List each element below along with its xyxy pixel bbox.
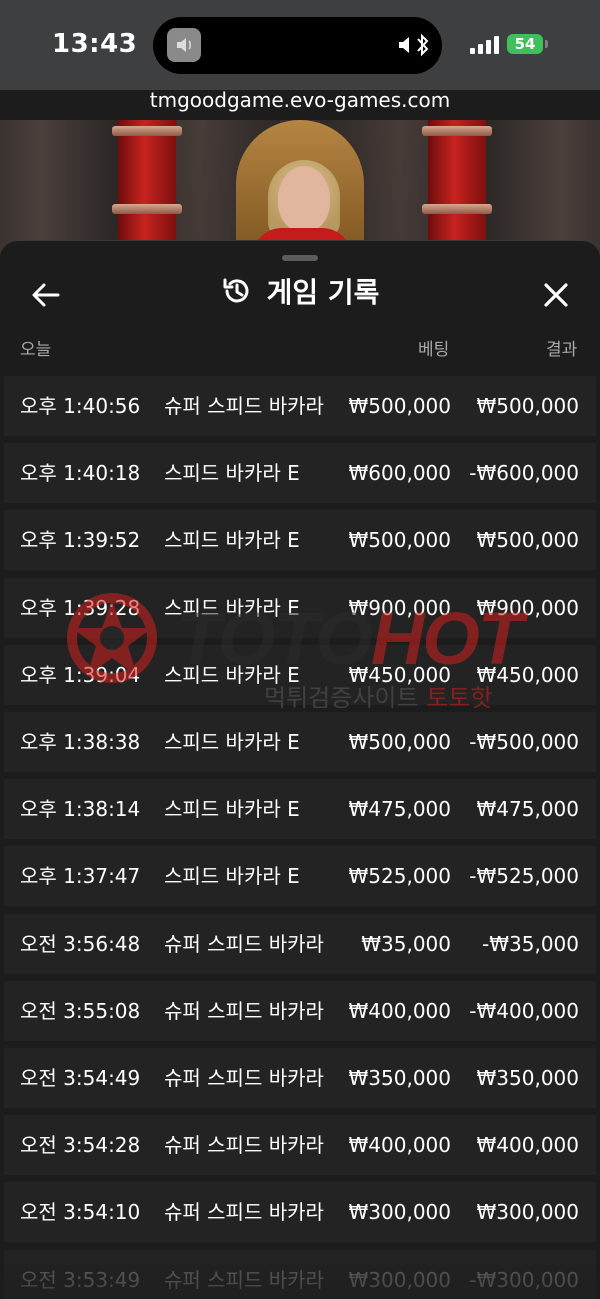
- history-row-bet: ₩600,000: [348, 461, 451, 486]
- sheet-drag-handle[interactable]: [282, 255, 318, 261]
- history-row-game: 스피드 바카라 E: [164, 864, 300, 889]
- scene-arch-right: [480, 120, 600, 260]
- history-row-bet: ₩900,000: [348, 595, 451, 620]
- history-row-bet: ₩500,000: [348, 730, 451, 754]
- history-row[interactable]: 오전 3:55:08 슈퍼 스피드 바카라 ₩400,000 -₩400,000: [4, 980, 596, 1041]
- history-row[interactable]: 오후 1:37:47 스피드 바카라 E ₩525,000 -₩525,000: [4, 846, 596, 907]
- history-row-bet: ₩400,000: [348, 998, 451, 1023]
- history-row-time: 오전 3:54:49: [20, 1066, 141, 1090]
- status-time: 13:43: [52, 29, 138, 59]
- battery-tip: [545, 40, 548, 48]
- history-row-time: 오후 1:38:38: [20, 730, 141, 754]
- history-row-time: 오후 1:39:52: [20, 528, 141, 553]
- history-row[interactable]: 오후 1:39:04 스피드 바카라 E ₩450,000 ₩450,000: [4, 644, 596, 705]
- history-row-time: 오전 3:56:48: [20, 931, 141, 956]
- history-row[interactable]: 오전 3:54:28 슈퍼 스피드 바카라 ₩400,000 ₩400,000: [4, 1115, 596, 1176]
- history-row-result: ₩300,000: [476, 1200, 579, 1225]
- game-history-sheet: 게임 기록 오늘 베팅 결과 오후 1:40:56 슈퍼 스피드 바카라 ₩500,…: [0, 240, 600, 1299]
- history-row-result: -₩525,000: [469, 864, 579, 889]
- history-row-bet: ₩35,000: [361, 931, 451, 956]
- history-row-time: 오후 1:39:28: [20, 595, 141, 620]
- speaker-app-icon: [167, 28, 201, 62]
- history-row-result: -₩35,000: [482, 931, 579, 956]
- bluetooth-icon: [417, 33, 429, 57]
- url-bar[interactable]: tmgoodgame.evo-games.com: [0, 88, 600, 112]
- history-row-time: 오전 3:55:08: [20, 998, 141, 1023]
- scene-arch-left: [0, 120, 120, 260]
- close-icon: [544, 283, 568, 307]
- history-row-game: 슈퍼 스피드 바카라: [164, 394, 324, 418]
- history-row-game: 슈퍼 스피드 바카라: [164, 1133, 324, 1158]
- battery-indicator: 54: [507, 34, 543, 54]
- history-row-result: -₩500,000: [469, 730, 579, 754]
- history-row-result: -₩600,000: [469, 461, 579, 486]
- history-row-game: 스피드 바카라 E: [164, 595, 300, 620]
- sheet-header: 게임 기록: [0, 269, 600, 313]
- history-row-game: 슈퍼 스피드 바카라: [164, 1200, 324, 1225]
- column-header-bet: 베팅: [418, 340, 450, 360]
- game-background: [0, 120, 600, 260]
- history-row-result: ₩500,000: [476, 394, 579, 418]
- history-row-time: 오후 1:38:14: [20, 797, 141, 822]
- history-row-bet: ₩500,000: [348, 394, 451, 418]
- page: 13:43 54 tmgoodgame.evo-games.com 게임 기록 …: [0, 0, 600, 1299]
- history-row-game: 스피드 바카라 E: [164, 797, 300, 822]
- history-row-time: 오후 1:40:56: [20, 394, 141, 418]
- column-header-result: 결과: [546, 340, 578, 360]
- history-row-game: 슈퍼 스피드 바카라: [164, 931, 324, 956]
- history-row-game: 슈퍼 스피드 바카라: [164, 1066, 324, 1090]
- history-row[interactable]: 오전 3:56:48 슈퍼 스피드 바카라 ₩35,000 -₩35,000: [4, 913, 596, 974]
- history-row[interactable]: 오전 3:54:10 슈퍼 스피드 바카라 ₩300,000 ₩300,000: [4, 1182, 596, 1243]
- history-row-game: 스피드 바카라 E: [164, 662, 300, 687]
- history-icon: [223, 278, 249, 303]
- history-row-result: ₩400,000: [476, 1133, 579, 1158]
- history-row-time: 오후 1:37:47: [20, 864, 141, 889]
- history-row-bet: ₩450,000: [348, 662, 451, 687]
- history-row-game: 슈퍼 스피드 바카라: [164, 998, 324, 1023]
- status-bar: 13:43 54 tmgoodgame.evo-games.com: [0, 0, 600, 112]
- history-row-result: -₩400,000: [469, 998, 579, 1023]
- history-row-bet: ₩350,000: [348, 1066, 451, 1090]
- history-row-result: ₩350,000: [476, 1066, 579, 1090]
- history-row-result: ₩900,000: [476, 595, 579, 620]
- scene-pillar-right: [422, 120, 492, 260]
- history-row-time: 오전 3:54:10: [20, 1200, 141, 1225]
- history-row[interactable]: 오후 1:38:14 스피드 바카라 E ₩475,000 ₩475,000: [4, 779, 596, 840]
- bottom-fade: [0, 1240, 600, 1299]
- history-row-time: 오후 1:39:04: [20, 662, 141, 687]
- history-row-result: ₩500,000: [476, 528, 579, 553]
- history-row-bet: ₩400,000: [348, 1133, 451, 1158]
- sheet-title: 게임 기록: [266, 276, 380, 309]
- dealer-face: [278, 166, 330, 232]
- dynamic-island: [153, 17, 442, 74]
- history-row[interactable]: 오전 3:54:49 슈퍼 스피드 바카라 ₩350,000 ₩350,000: [4, 1048, 596, 1108]
- column-header-date: 오늘: [20, 340, 52, 360]
- history-row-bet: ₩300,000: [348, 1200, 451, 1225]
- history-row-result: ₩450,000: [476, 662, 579, 687]
- history-row-bet: ₩475,000: [348, 797, 451, 822]
- history-row-game: 스피드 바카라 E: [164, 528, 300, 553]
- history-row[interactable]: 오후 1:40:56 슈퍼 스피드 바카라 ₩500,000 ₩500,000: [4, 376, 596, 436]
- history-row[interactable]: 오후 1:40:18 스피드 바카라 E ₩600,000 -₩600,000: [4, 443, 596, 504]
- history-row-bet: ₩525,000: [348, 864, 451, 889]
- history-row-time: 오후 1:40:18: [20, 461, 141, 486]
- history-row-bet: ₩500,000: [348, 528, 451, 553]
- battery-level: 54: [514, 35, 536, 53]
- scene-pillar-left: [112, 120, 182, 260]
- history-row-game: 스피드 바카라 E: [164, 461, 300, 486]
- history-row[interactable]: 오후 1:39:28 스피드 바카라 E ₩900,000 ₩900,000: [4, 577, 596, 638]
- close-button[interactable]: [534, 273, 578, 317]
- history-row-result: ₩475,000: [476, 797, 579, 822]
- signal-icon: [470, 36, 499, 54]
- history-row-time: 오전 3:54:28: [20, 1133, 141, 1158]
- history-row[interactable]: 오후 1:39:52 스피드 바카라 E ₩500,000 ₩500,000: [4, 510, 596, 571]
- history-row-game: 스피드 바카라 E: [164, 730, 300, 754]
- history-row[interactable]: 오후 1:38:38 스피드 바카라 E ₩500,000 -₩500,000: [4, 712, 596, 772]
